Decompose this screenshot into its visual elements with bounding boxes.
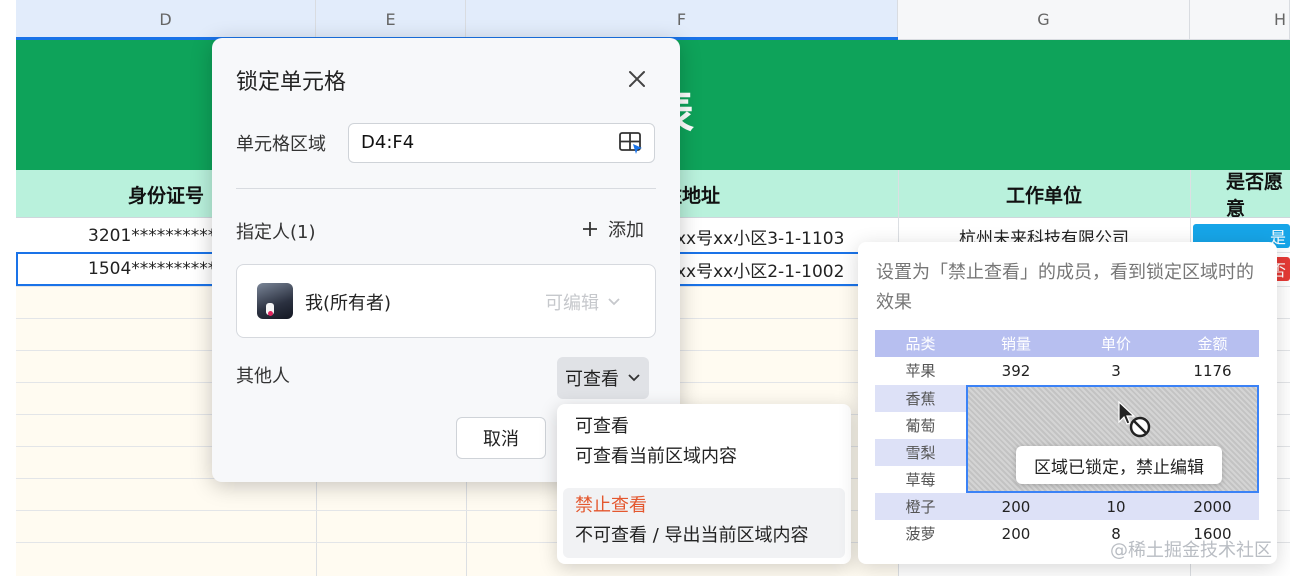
header-company[interactable]: 工作单位 (898, 170, 1190, 218)
others-permission-value: 可查看 (565, 369, 619, 390)
option-desc: 不可查看 / 导出当前区域内容 (575, 525, 809, 546)
preview-header-cell: 销量 (1000, 335, 1031, 353)
locked-tip: 区域已锁定，禁止编辑 (1016, 446, 1222, 484)
dialog-title: 锁定单元格 (236, 70, 347, 95)
preview-cell: 392 (1001, 361, 1031, 380)
others-label: 其他人 (236, 366, 290, 387)
option-no-view[interactable]: 禁止查看 不可查看 / 导出当前区域内容 (563, 488, 845, 558)
avatar (257, 283, 293, 319)
preview-cell: 菠萝 (905, 525, 936, 543)
cancel-button[interactable]: 取消 (456, 417, 546, 459)
plus-icon (583, 222, 597, 236)
column-header-g[interactable]: G (898, 0, 1190, 40)
preview-popover: 设置为「禁止查看」的成员，看到锁定区域时的效果 品类 销量 单价 金额 苹果 3… (858, 242, 1277, 564)
no-entry-cursor-icon (1118, 400, 1151, 438)
option-desc: 可查看当前区域内容 (575, 446, 737, 467)
owner-permission-value: 可编辑 (545, 293, 599, 314)
preview-cell: 200 (1001, 497, 1031, 516)
preview-cell: 2000 (1193, 497, 1232, 516)
range-label: 单元格区域 (236, 134, 326, 155)
column-header-e[interactable]: E (316, 0, 466, 40)
preview-cell: 橙子 (905, 498, 936, 516)
preview-description: 设置为「禁止查看」的成员，看到锁定区域时的效果 (876, 262, 1254, 313)
divider (236, 188, 656, 189)
header-willing[interactable]: 是否愿意 (1190, 170, 1290, 218)
preview-header-cell: 单价 (1100, 335, 1131, 353)
option-title: 禁止查看 (575, 495, 647, 516)
column-header-f[interactable]: F (466, 0, 898, 40)
preview-header-cell: 品类 (905, 335, 936, 353)
preview-row: 橙子 200 10 2000 (875, 493, 1259, 520)
preview-cell: 1176 (1193, 361, 1232, 380)
column-header-h[interactable]: H (1190, 0, 1290, 40)
range-input[interactable]: D4:F4 (348, 123, 655, 163)
column-header-d[interactable]: D (16, 0, 316, 40)
preview-cell: 雪梨 (875, 439, 966, 466)
others-permission-select[interactable]: 可查看 (557, 357, 649, 399)
preview-cell: 3 (1111, 361, 1121, 380)
owner-permission-select: 可编辑 (545, 289, 621, 315)
chevron-down-icon (628, 374, 640, 382)
owner-name: 我(所有者) (305, 293, 392, 314)
chevron-down-icon (608, 298, 620, 306)
preview-cell: 200 (1001, 524, 1031, 543)
preview-cell: 香蕉 (875, 385, 966, 412)
assignee-label: 指定人(1) (236, 222, 316, 243)
owner-card: 我(所有者) 可编辑 (236, 264, 656, 338)
add-assignee-button[interactable]: 添加 (582, 216, 644, 242)
preview-cell: 苹果 (905, 362, 936, 380)
close-icon[interactable] (626, 68, 648, 90)
preview-header-cell: 金额 (1197, 335, 1228, 353)
preview-cell: 10 (1106, 497, 1126, 516)
preview-header-row: 品类 销量 单价 金额 (875, 330, 1259, 357)
range-select-icon[interactable] (618, 130, 644, 156)
permission-dropdown: 可查看 可查看当前区域内容 禁止查看 不可查看 / 导出当前区域内容 (557, 404, 851, 564)
option-can-view[interactable]: 可查看 可查看当前区域内容 (563, 412, 845, 482)
add-label: 添加 (608, 220, 644, 241)
preview-cell: 草莓 (905, 471, 936, 489)
preview-row: 苹果 392 3 1176 (875, 357, 1259, 384)
option-title: 可查看 (575, 416, 629, 437)
watermark: @稀土掘金技术社区 (1110, 540, 1272, 561)
preview-cell: 葡萄 (905, 417, 936, 435)
